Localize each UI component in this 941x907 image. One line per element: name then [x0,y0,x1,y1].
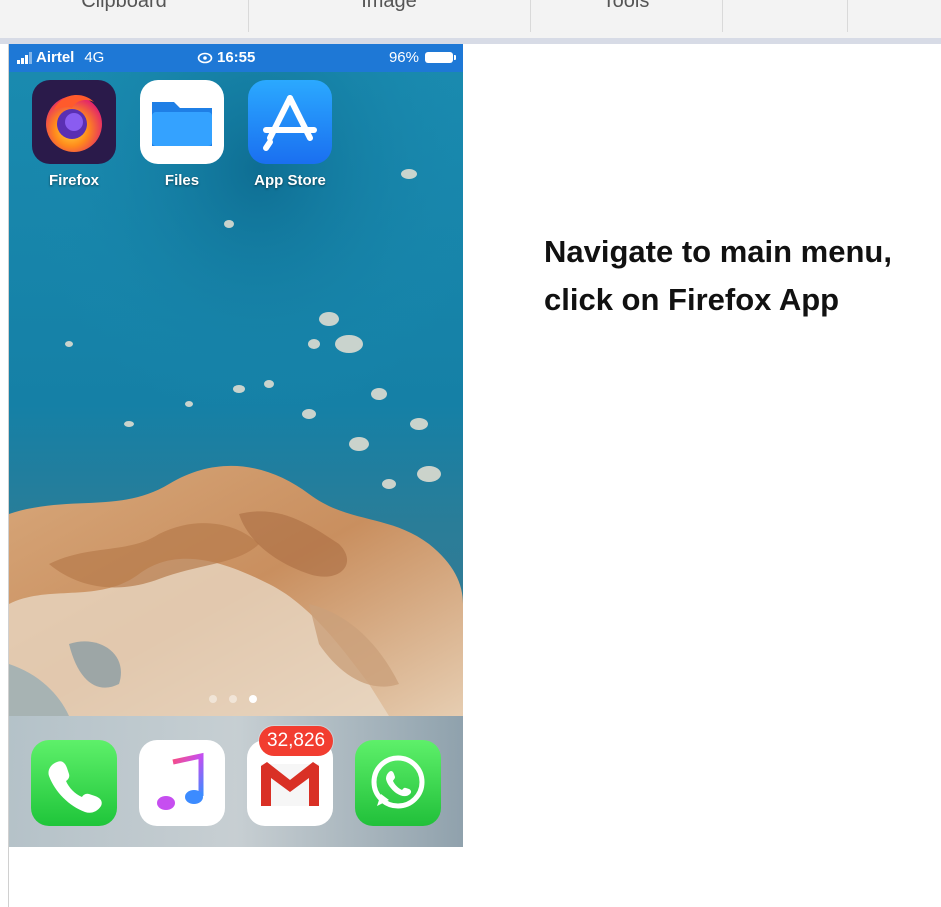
signal-strength-icon [17,51,32,64]
page-dot [229,695,237,703]
instruction-text: Navigate to main menu, click on Firefox … [544,234,892,317]
whatsapp-icon [371,755,425,809]
ribbon-group-tools[interactable]: Tools [530,0,723,32]
dock-app-music[interactable] [139,740,225,826]
battery-percent: 96% [388,49,419,66]
status-time: 16:55 [217,49,256,66]
dock-app-phone[interactable] [31,740,117,826]
carrier-name: Airtel [36,49,75,66]
status-bar: Airtel 4G 16:55 96% [9,44,463,72]
music-note-icon [157,752,204,810]
gmail-unread-badge: 32,826 [259,726,334,756]
app-label: Firefox [48,172,99,189]
dock-app-whatsapp[interactable] [355,740,441,826]
network-type: 4G [84,49,105,66]
page-indicator[interactable] [209,695,257,703]
ribbon-group-shapes[interactable] [722,0,848,32]
dock [9,716,463,847]
orientation-lock-icon [197,52,213,63]
ribbon-group-label: Clipboard [81,0,167,12]
phone-screenshot: Airtel 4G 16:55 96% Firefox Files App St… [9,44,463,847]
files-folder-icon [140,80,224,164]
ribbon-group-label: Tools [602,0,650,12]
page-dot [209,695,217,703]
app-files[interactable]: Files [139,80,225,189]
ribbon-group-more[interactable] [847,0,941,32]
app-label: App Store [254,172,326,189]
ribbon-bar: Clipboard Image Tools [0,0,941,44]
ribbon-group-image[interactable]: Image [248,0,531,32]
ribbon-group-clipboard[interactable]: Clipboard [0,0,249,32]
phone-icon [48,761,102,813]
battery-icon [425,52,456,63]
ribbon-group-label: Image [361,0,417,12]
firefox-icon [32,80,116,164]
app-app-store[interactable]: App Store [247,80,333,189]
app-label: Files [164,172,200,189]
page-dot-active [249,695,257,703]
app-store-icon [248,80,332,164]
app-firefox[interactable]: Firefox [31,80,117,189]
